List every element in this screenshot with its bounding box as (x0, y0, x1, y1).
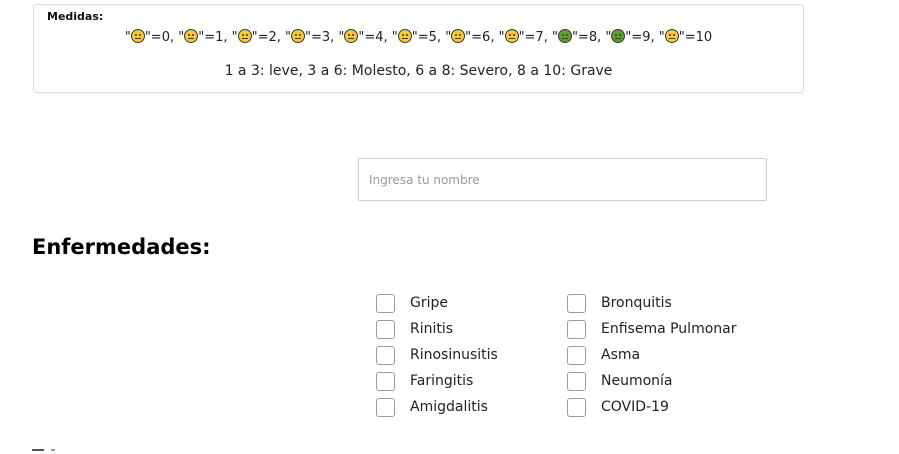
fearful-face-icon (397, 29, 412, 43)
disease-option[interactable]: Gripe (376, 290, 498, 316)
disease-option[interactable]: Amigdalitis (376, 394, 498, 420)
disease-checkbox[interactable] (567, 371, 586, 391)
disease-checkbox[interactable] (376, 345, 395, 365)
scale-item: "=1, " (184, 29, 238, 45)
diseases-column-right: Bronquitis Enfisema Pulmonar Asma Neumonía C… (567, 290, 736, 420)
disease-label: Bronquitis (601, 295, 672, 311)
measures-title: Medidas: (47, 10, 104, 23)
disease-option[interactable]: Rinitis (376, 316, 498, 342)
scale-value: "=7, " (518, 30, 558, 45)
tired-face-icon (344, 29, 359, 43)
disease-checkbox[interactable] (376, 293, 395, 313)
weary-face-icon (237, 29, 252, 43)
diseases-checklist: Gripe Rinitis Rinosinusitis Faringitis Amigd… (376, 290, 796, 420)
sad-face-icon (451, 29, 466, 43)
scale-item: "=3, " (291, 29, 344, 45)
vomiting-face-icon (557, 29, 572, 43)
severity-legend: 1 a 3: leve, 3 a 6: Molesto, 6 a 8: Seve… (224, 63, 613, 79)
scale-value: "=2, " (251, 30, 291, 45)
scale-value: "=0, " (144, 30, 185, 45)
disease-option[interactable]: Asma (567, 342, 736, 368)
scale-value: "=4, " (358, 30, 398, 45)
measures-panel: Medidas: " "=0, " "=1, " "=2, " "=3, " "=4, "… (33, 4, 804, 93)
scale-item: "=0, " (130, 29, 185, 45)
scale-value: "=5, " (411, 30, 452, 45)
scale-item: "=7, " (504, 29, 558, 45)
disease-label: Gripe (410, 295, 448, 311)
disease-label: Amigdalitis (410, 399, 488, 415)
disease-label: Rinosinusitis (410, 347, 498, 363)
disease-option[interactable]: Faringitis (376, 368, 498, 394)
scale-item: "=10 (664, 29, 713, 45)
disease-checkbox[interactable] (567, 397, 586, 417)
scale-value: "=9, " (625, 30, 665, 45)
diseases-column-left: Gripe Rinitis Rinosinusitis Faringitis Amigd… (376, 290, 498, 420)
footer-mark-secondary (51, 449, 55, 451)
scale-value: "=10 (678, 30, 713, 45)
disease-label: Asma (601, 347, 641, 363)
scale-value: "=8, " (571, 30, 612, 45)
neutral-face-icon (184, 29, 199, 43)
disease-option[interactable]: Enfisema Pulmonar (567, 316, 736, 342)
disease-option[interactable]: COVID-19 (567, 394, 736, 420)
dizzy-face-icon (664, 29, 679, 43)
disease-label: Rinitis (410, 321, 454, 337)
diseases-title: Enfermedades: (32, 235, 211, 259)
footer-mark (32, 449, 44, 451)
disease-option[interactable]: Bronquitis (567, 290, 736, 316)
disease-label: Enfisema Pulmonar (601, 321, 737, 337)
disease-option[interactable]: Rinosinusitis (376, 342, 498, 368)
disease-checkbox[interactable] (567, 345, 586, 365)
scale-item: "=9, " (611, 29, 665, 45)
scale-item: "=4, " (344, 29, 398, 45)
disease-label: Faringitis (410, 373, 474, 389)
disease-checkbox[interactable] (376, 371, 395, 391)
disease-checkbox[interactable] (567, 319, 586, 339)
disease-checkbox[interactable] (376, 319, 395, 339)
scale-value: "=6, " (465, 30, 505, 45)
disease-label: COVID-19 (601, 399, 669, 415)
scale-item: "=5, " (397, 29, 452, 45)
crying-face-icon (504, 29, 519, 43)
name-input[interactable] (358, 158, 767, 201)
scale-item: "=2, " (237, 29, 291, 45)
scale-value: "=1, " (198, 30, 238, 45)
scale-value: "=3, " (305, 30, 345, 45)
slightly-smiling-face-icon (130, 29, 145, 43)
confounded-face-icon (291, 29, 305, 43)
scale-item: "=6, " (451, 29, 505, 45)
disease-checkbox[interactable] (376, 397, 395, 417)
severity-scale: " "=0, " "=1, " "=2, " "=3, " "=4, " "=5, " "=6… (34, 29, 803, 45)
disease-label: Neumonía (601, 373, 673, 389)
nauseated-face-icon (611, 29, 626, 43)
disease-checkbox[interactable] (567, 293, 586, 313)
scale-item: "=8, " (557, 29, 612, 45)
disease-option[interactable]: Neumonía (567, 368, 736, 394)
